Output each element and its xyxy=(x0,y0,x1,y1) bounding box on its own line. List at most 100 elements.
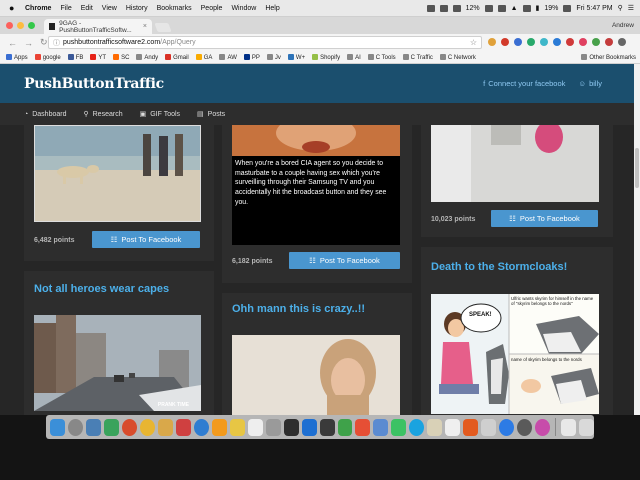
tab-close-icon[interactable]: × xyxy=(143,23,147,30)
app-icon[interactable] xyxy=(481,418,497,436)
bookmark-gmail[interactable]: Gmail xyxy=(165,53,189,61)
bookmark-ga[interactable]: GA xyxy=(195,53,212,61)
status-icon[interactable] xyxy=(452,4,461,12)
extension-icon[interactable] xyxy=(566,38,574,46)
extension-icon[interactable] xyxy=(592,38,600,46)
post-title[interactable]: Not all heroes wear capes xyxy=(34,283,169,295)
search-icon[interactable]: ⚲ xyxy=(618,4,623,12)
extension-icon[interactable] xyxy=(540,38,548,46)
reload-icon[interactable]: ↻ xyxy=(40,37,48,48)
extension-icon[interactable] xyxy=(527,38,535,46)
profile-name[interactable]: Andrew xyxy=(612,22,634,29)
menu-help[interactable]: Help xyxy=(265,5,279,12)
safari-icon[interactable] xyxy=(193,418,209,436)
wifi-icon[interactable]: ▲ xyxy=(511,5,518,12)
browser-tab[interactable]: 9GAG - PushButtonTrafficSoftw... × xyxy=(44,19,152,34)
post-to-facebook-button[interactable]: ☷ Post To Facebook xyxy=(92,231,200,248)
bookmark-ai[interactable]: AI xyxy=(347,53,361,61)
status-icon[interactable] xyxy=(484,4,493,12)
battery-icon[interactable]: ▮ xyxy=(536,4,540,12)
app-store-icon[interactable] xyxy=(499,418,515,436)
status-icon[interactable] xyxy=(426,4,435,12)
menu-window[interactable]: Window xyxy=(231,5,256,12)
post-image-cia-meme[interactable]: When you're a bored CIA agent so you dec… xyxy=(232,125,400,245)
post-image-dog-beach[interactable] xyxy=(34,125,201,222)
extension-icon[interactable] xyxy=(501,38,509,46)
app-icon[interactable] xyxy=(355,418,371,436)
page-scrollbar-thumb[interactable] xyxy=(635,148,639,188)
chrome-icon[interactable] xyxy=(139,418,155,436)
clock[interactable]: Fri 5:47 PM xyxy=(576,5,612,12)
info-icon[interactable]: ⓘ xyxy=(53,38,60,48)
launchpad-icon[interactable] xyxy=(67,418,83,436)
bookmark-c-traffic[interactable]: C Traffic xyxy=(402,53,433,61)
app-icon[interactable] xyxy=(265,418,281,436)
site-logo[interactable]: PushButtonTraffic xyxy=(24,76,164,92)
menu-bookmarks[interactable]: Bookmarks xyxy=(157,5,192,12)
menu-dots-icon[interactable] xyxy=(618,38,626,46)
nav-research[interactable]: ⚲ Research xyxy=(83,110,122,119)
new-tab-button[interactable] xyxy=(154,23,172,32)
battery-a-text[interactable]: 12% xyxy=(466,5,480,12)
post-title[interactable]: Death to the Stormcloaks! xyxy=(431,261,567,273)
skype-icon[interactable] xyxy=(409,418,425,436)
nav-dashboard[interactable]: ◔ Dashboard xyxy=(24,111,66,118)
calendar-app-icon[interactable] xyxy=(247,418,263,436)
page-scrollbar-track[interactable] xyxy=(634,64,640,415)
bookmark-shopify[interactable]: Shopify xyxy=(312,53,340,61)
facetime-icon[interactable] xyxy=(103,418,119,436)
battery-b-text[interactable]: 19% xyxy=(544,5,558,12)
menu-file[interactable]: File xyxy=(60,5,71,12)
evernote-icon[interactable] xyxy=(337,418,353,436)
app-icon[interactable] xyxy=(175,418,191,436)
system-preferences-icon[interactable] xyxy=(517,418,533,436)
bookmark-star-icon[interactable]: ☆ xyxy=(470,38,477,47)
bookmark-jv[interactable]: Jv xyxy=(266,53,281,61)
trash-icon[interactable] xyxy=(578,418,594,436)
bookmark-fb[interactable]: FB xyxy=(67,53,83,61)
status-icon[interactable] xyxy=(497,4,506,12)
itunes-icon[interactable] xyxy=(535,418,551,436)
post-to-facebook-button[interactable]: ☷ Post To Facebook xyxy=(491,210,598,227)
forward-icon[interactable]: → xyxy=(24,38,33,48)
vscode-icon[interactable] xyxy=(301,418,317,436)
bookmark-other[interactable]: Other Bookmarks xyxy=(581,53,640,61)
post-title[interactable]: Ohh mann this is crazy..!! xyxy=(232,303,365,315)
sketch-icon[interactable] xyxy=(229,418,245,436)
nav-posts[interactable]: ▤ Posts xyxy=(197,110,225,119)
documents-folder-icon[interactable] xyxy=(561,418,576,436)
menu-app-name[interactable]: Chrome xyxy=(25,5,51,12)
bookmark-google[interactable]: google xyxy=(34,53,61,61)
extension-icon[interactable] xyxy=(553,38,561,46)
back-icon[interactable]: ← xyxy=(8,38,17,48)
menu-list-icon[interactable]: ☰ xyxy=(628,4,634,12)
vlc-icon[interactable] xyxy=(211,418,227,436)
bookmark-aw[interactable]: AW xyxy=(219,53,237,61)
app-icon[interactable] xyxy=(391,418,407,436)
app-icon[interactable] xyxy=(319,418,335,436)
menu-people[interactable]: People xyxy=(201,5,223,12)
bookmark-apps[interactable]: Apps xyxy=(6,53,28,61)
bookmark-wplus[interactable]: W+ xyxy=(287,53,305,61)
app-icon[interactable] xyxy=(427,418,443,436)
bookmark-sc[interactable]: SC xyxy=(113,53,129,61)
zoom-window-button[interactable] xyxy=(28,22,35,29)
bookmark-yt[interactable]: YT xyxy=(90,53,106,61)
connect-facebook-link[interactable]: f Connect your facebook xyxy=(483,79,565,88)
extension-icon[interactable] xyxy=(514,38,522,46)
post-image-heroes[interactable]: PRANK TIME xyxy=(34,315,201,411)
extension-icon[interactable] xyxy=(488,38,496,46)
preview-icon[interactable] xyxy=(85,418,101,436)
status-icon[interactable] xyxy=(522,4,531,12)
bookmark-andy[interactable]: Andy xyxy=(136,53,158,61)
post-to-facebook-button[interactable]: ☷ Post To Facebook xyxy=(289,252,400,269)
address-bar[interactable]: ⓘ pushbuttontrafficsoftware2.com /App/Qu… xyxy=(48,36,482,49)
post-image-stormcloaks[interactable]: SPEAK! Ulfric wants skyrim for himself i… xyxy=(431,294,599,414)
notes-icon[interactable] xyxy=(157,418,173,436)
post-image-girl[interactable] xyxy=(232,335,400,415)
finder-icon[interactable] xyxy=(50,418,65,436)
apple-icon[interactable]: ● xyxy=(9,3,19,13)
app-icon[interactable] xyxy=(445,418,461,436)
post-image-column3[interactable] xyxy=(431,125,599,202)
extension-icon[interactable] xyxy=(579,38,587,46)
